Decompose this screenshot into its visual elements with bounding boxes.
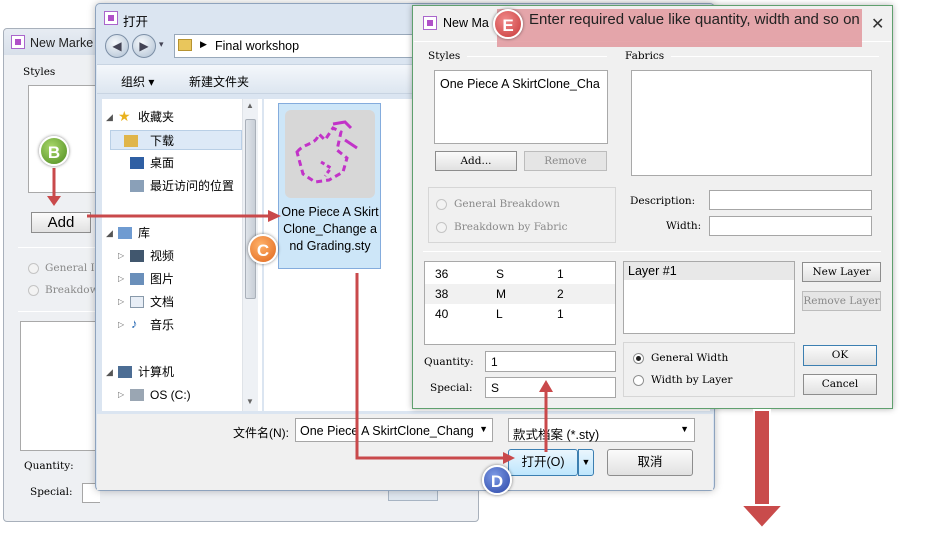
- arrow-b-head: [47, 196, 61, 206]
- arrow-continue-down: [738, 409, 786, 530]
- badge-e: E: [493, 9, 523, 39]
- arrow-add-head: [268, 210, 281, 222]
- badge-d: D: [482, 465, 512, 495]
- badge-b: B: [39, 136, 69, 166]
- badge-c: C: [248, 234, 278, 264]
- arrow-open-head: [503, 452, 515, 464]
- arrow-file-to-open: [355, 273, 505, 460]
- arrow-d-head: [539, 380, 553, 392]
- annotation-arrows: [47, 168, 786, 530]
